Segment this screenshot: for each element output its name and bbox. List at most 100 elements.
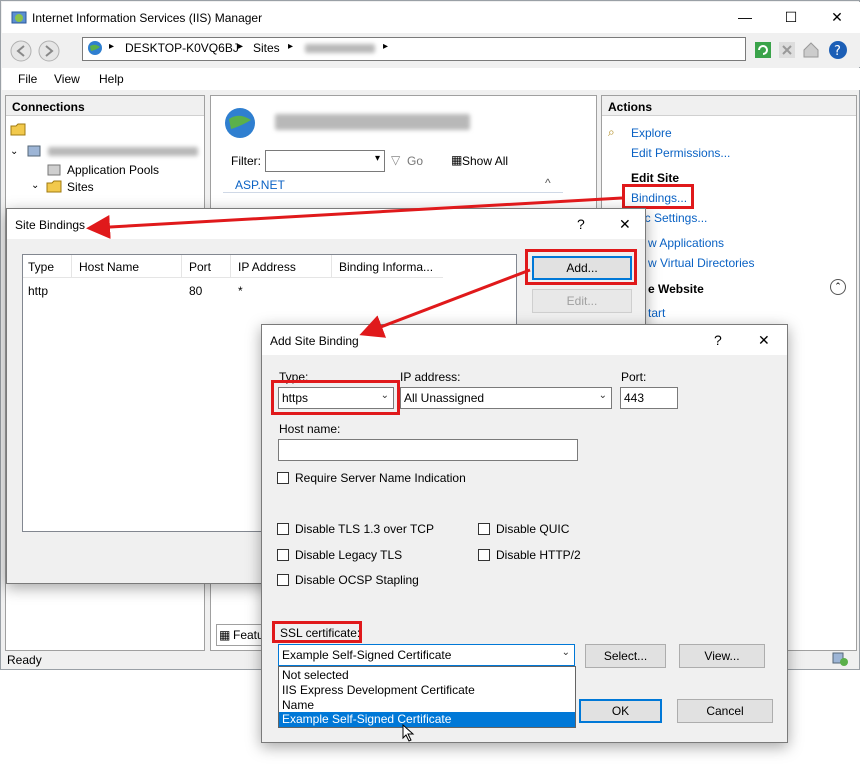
list-item[interactable]: Name bbox=[279, 698, 575, 713]
action-explore[interactable]: Explore bbox=[631, 126, 672, 140]
site-bindings-title: Site Bindings bbox=[15, 218, 86, 232]
add-binding-titlebar: Add Site Binding ? ✕ bbox=[262, 325, 787, 355]
close-button[interactable]: ✕ bbox=[758, 332, 770, 349]
group-header[interactable]: ASP.NET ^ bbox=[223, 176, 563, 193]
menu-bar: File View Help bbox=[2, 68, 860, 90]
disable-ocsp-checkbox[interactable] bbox=[277, 574, 289, 586]
host-name-input[interactable] bbox=[278, 439, 578, 461]
minimize-button[interactable]: — bbox=[722, 2, 768, 33]
server-icon bbox=[27, 145, 41, 157]
tree-sites[interactable]: Sites bbox=[67, 180, 94, 194]
edit-binding-button[interactable]: Edit... bbox=[532, 289, 632, 313]
help-button[interactable]: ? bbox=[714, 332, 722, 348]
crumb-site-redacted[interactable] bbox=[305, 44, 375, 53]
close-button[interactable]: ✕ bbox=[814, 2, 860, 33]
action-edit-permissions[interactable]: Edit Permissions... bbox=[631, 146, 730, 160]
menu-view[interactable]: View bbox=[54, 72, 80, 86]
chevron-down-icon[interactable]: ▾ bbox=[375, 153, 380, 164]
disable-legacy-tls-label: Disable Legacy TLS bbox=[295, 548, 403, 562]
view-certificate-button[interactable]: View... bbox=[679, 644, 765, 668]
show-all-icon: ▦ bbox=[451, 153, 463, 167]
action-basic-settings[interactable]: ic Settings... bbox=[642, 211, 707, 225]
column-binding-info[interactable]: Binding Informa... bbox=[339, 260, 433, 274]
help-button[interactable]: ? bbox=[577, 216, 585, 232]
close-button[interactable]: ✕ bbox=[619, 216, 631, 233]
chevron-right-icon: ▸ bbox=[109, 41, 115, 52]
list-item[interactable]: Not selected bbox=[279, 668, 575, 683]
action-start[interactable]: tart bbox=[648, 306, 665, 320]
crumb-server[interactable]: DESKTOP-K0VQ6BJ bbox=[125, 41, 239, 55]
site-bindings-titlebar: Site Bindings ? ✕ bbox=[7, 209, 645, 239]
features-tab-label: Featu bbox=[233, 628, 264, 642]
chevron-down-icon[interactable]: ⌄ bbox=[10, 146, 18, 157]
menu-help[interactable]: Help bbox=[99, 72, 124, 86]
tree-application-pools[interactable]: Application Pools bbox=[67, 163, 159, 177]
column-divider bbox=[71, 255, 72, 277]
table-row[interactable]: http 80 * bbox=[23, 281, 443, 299]
disable-legacy-tls-checkbox[interactable] bbox=[277, 549, 289, 561]
require-sni-checkbox[interactable] bbox=[277, 472, 289, 484]
site-home-title-redacted bbox=[275, 114, 470, 130]
ip-address-value: All Unassigned bbox=[404, 391, 485, 405]
group-aspnet-label: ASP.NET bbox=[235, 178, 285, 192]
disable-http2-label: Disable HTTP/2 bbox=[496, 548, 581, 562]
column-port[interactable]: Port bbox=[189, 260, 211, 274]
chevron-down-icon: ⌄ bbox=[561, 647, 570, 658]
column-divider bbox=[181, 255, 182, 277]
disable-tls13-checkbox[interactable] bbox=[277, 523, 289, 535]
go-button[interactable]: Go bbox=[407, 154, 423, 168]
filter-input[interactable]: ▾ bbox=[265, 150, 385, 172]
address-path[interactable]: ▸ DESKTOP-K0VQ6BJ ▸ Sites ▸ ▸ bbox=[82, 37, 746, 61]
ip-address-select[interactable]: All Unassigned ⌄ bbox=[400, 387, 612, 409]
iis-app-icon bbox=[11, 11, 27, 24]
ssl-certificate-select[interactable]: Example Self-Signed Certificate ⌄ bbox=[278, 644, 575, 666]
show-all-button[interactable]: Show All bbox=[462, 154, 508, 168]
port-input[interactable]: 443 bbox=[620, 387, 678, 409]
chevron-right-icon: ▸ bbox=[288, 41, 294, 52]
crumb-sites[interactable]: Sites bbox=[253, 41, 280, 55]
maximize-button[interactable]: ☐ bbox=[768, 2, 814, 33]
list-item-selected[interactable]: Example Self-Signed Certificate bbox=[279, 712, 575, 727]
stop-icon[interactable] bbox=[778, 41, 796, 59]
cell-port: 80 bbox=[189, 284, 203, 298]
section-manage-website: e Website bbox=[648, 282, 704, 296]
column-ip-address[interactable]: IP Address bbox=[238, 260, 296, 274]
collapse-icon[interactable]: ^ bbox=[545, 176, 551, 190]
network-status-icon bbox=[832, 652, 848, 666]
select-certificate-button[interactable]: Select... bbox=[585, 644, 666, 668]
filter-label: Filter: bbox=[231, 154, 261, 168]
connect-icon[interactable] bbox=[10, 122, 26, 136]
menu-file[interactable]: File bbox=[18, 72, 37, 86]
port-label: Port: bbox=[621, 370, 647, 384]
globe-icon bbox=[225, 108, 255, 138]
server-name-redacted[interactable] bbox=[48, 147, 198, 156]
action-view-virtual-directories[interactable]: w Virtual Directories bbox=[648, 256, 754, 270]
actions-header: Actions bbox=[602, 96, 856, 116]
disable-http2-checkbox[interactable] bbox=[478, 549, 490, 561]
disable-quic-checkbox[interactable] bbox=[478, 523, 490, 535]
go-icon: ▽ bbox=[391, 153, 401, 167]
refresh-icon[interactable] bbox=[754, 41, 772, 59]
cancel-button[interactable]: Cancel bbox=[677, 699, 773, 723]
column-host-name[interactable]: Host Name bbox=[79, 260, 139, 274]
collapse-section-icon[interactable]: ⌃ bbox=[830, 279, 846, 295]
help-icon[interactable]: ? bbox=[828, 40, 848, 60]
back-icon[interactable] bbox=[10, 40, 32, 62]
globe-icon bbox=[88, 41, 102, 55]
chevron-right-icon: ▸ bbox=[238, 41, 244, 52]
home-icon[interactable] bbox=[802, 41, 820, 59]
action-view-applications[interactable]: w Applications bbox=[648, 236, 724, 250]
column-type[interactable]: Type bbox=[28, 260, 54, 274]
chevron-down-icon[interactable]: ⌄ bbox=[31, 180, 39, 191]
highlight-bindings bbox=[622, 184, 694, 209]
forward-icon[interactable] bbox=[38, 40, 60, 62]
highlight-ssl-label bbox=[272, 621, 362, 643]
chevron-down-icon: ⌄ bbox=[598, 390, 607, 401]
host-name-label: Host name: bbox=[279, 422, 341, 436]
chevron-right-icon: ▸ bbox=[383, 41, 389, 52]
list-item[interactable]: IIS Express Development Certificate bbox=[279, 683, 575, 698]
section-edit-site: Edit Site bbox=[631, 171, 680, 185]
highlight-add bbox=[525, 249, 637, 285]
require-sni-label: Require Server Name Indication bbox=[295, 471, 466, 485]
ok-button[interactable]: OK bbox=[579, 699, 662, 723]
